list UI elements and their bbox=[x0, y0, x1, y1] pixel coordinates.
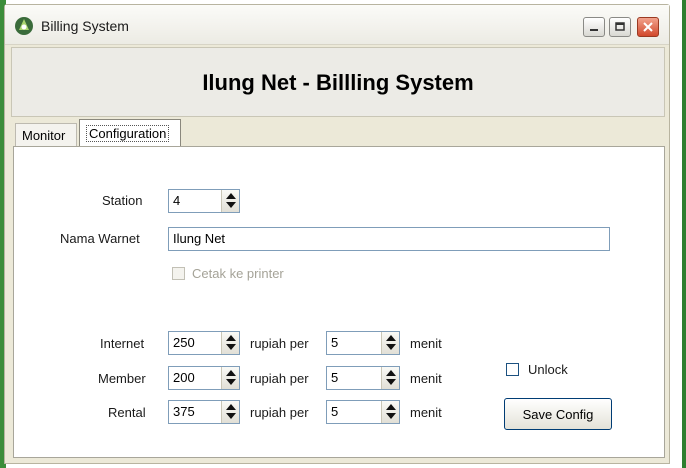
spin-down-icon bbox=[226, 202, 236, 208]
member-minutes-value: 5 bbox=[331, 370, 339, 385]
spin-down-icon bbox=[386, 379, 396, 385]
member-minutes-stepper[interactable]: 5 bbox=[326, 366, 400, 390]
window-title: Billing System bbox=[41, 18, 129, 34]
internet-minutes-spin[interactable] bbox=[381, 332, 399, 354]
tab-monitor[interactable]: Monitor bbox=[15, 123, 77, 147]
station-spin-buttons[interactable] bbox=[221, 190, 239, 212]
station-value: 4 bbox=[173, 193, 181, 208]
app-logo-icon bbox=[15, 17, 33, 35]
desktop-background-right bbox=[682, 0, 686, 468]
nama-warnet-input[interactable]: Ilung Net bbox=[168, 227, 610, 251]
rental-unit-label: menit bbox=[410, 405, 442, 420]
close-icon bbox=[643, 22, 653, 32]
save-config-button[interactable]: Save Config bbox=[504, 398, 612, 430]
member-price-spin[interactable] bbox=[221, 367, 239, 389]
rental-minutes-value: 5 bbox=[331, 404, 339, 419]
rental-minutes-spin[interactable] bbox=[381, 401, 399, 423]
member-price-stepper[interactable]: 200 bbox=[168, 366, 240, 390]
station-stepper[interactable]: 4 bbox=[168, 189, 240, 213]
member-minutes-spin[interactable] bbox=[381, 367, 399, 389]
rental-minutes-stepper[interactable]: 5 bbox=[326, 400, 400, 424]
spin-up-icon bbox=[226, 193, 236, 199]
spin-down-icon bbox=[226, 344, 236, 350]
spin-up-icon bbox=[386, 370, 396, 376]
app-title: Ilung Net - Billling System bbox=[202, 70, 474, 95]
spin-up-icon bbox=[226, 404, 236, 410]
internet-minutes-stepper[interactable]: 5 bbox=[326, 331, 400, 355]
maximize-button[interactable] bbox=[609, 17, 631, 37]
spin-down-icon bbox=[386, 344, 396, 350]
rental-label: Rental bbox=[108, 405, 146, 420]
spin-up-icon bbox=[386, 404, 396, 410]
cetak-printer-checkbox[interactable] bbox=[172, 267, 185, 280]
internet-per-label: rupiah per bbox=[250, 336, 309, 351]
nama-warnet-label: Nama Warnet bbox=[60, 231, 140, 246]
cetak-printer-label: Cetak ke printer bbox=[192, 266, 284, 281]
member-label: Member bbox=[98, 371, 146, 386]
spin-down-icon bbox=[226, 413, 236, 419]
internet-minutes-value: 5 bbox=[331, 335, 339, 350]
tab-configuration-label: Configuration bbox=[86, 125, 170, 142]
spin-down-icon bbox=[386, 413, 396, 419]
internet-label: Internet bbox=[100, 336, 145, 351]
configuration-panel: Station 4 Nama Warnet Ilung Net Cetak ke… bbox=[13, 146, 665, 458]
spin-down-icon bbox=[226, 379, 236, 385]
internet-price-spin[interactable] bbox=[221, 332, 239, 354]
spin-up-icon bbox=[386, 335, 396, 341]
spin-up-icon bbox=[226, 335, 236, 341]
header-panel: Ilung Net - Billling System bbox=[11, 47, 665, 117]
spin-up-icon bbox=[226, 370, 236, 376]
internet-price-stepper[interactable]: 250 bbox=[168, 331, 240, 355]
rental-price-spin[interactable] bbox=[221, 401, 239, 423]
minimize-icon bbox=[590, 29, 598, 31]
internet-price-value: 250 bbox=[173, 335, 195, 350]
member-unit-label: menit bbox=[410, 371, 442, 386]
nama-warnet-value: Ilung Net bbox=[173, 231, 226, 246]
title-bar[interactable]: Billing System bbox=[5, 5, 669, 45]
member-per-label: rupiah per bbox=[250, 371, 309, 386]
billing-window: Billing System Ilung Net - Billling Syst… bbox=[4, 4, 670, 464]
station-label: Station bbox=[102, 193, 143, 208]
internet-unit-label: menit bbox=[410, 336, 442, 351]
rental-price-value: 375 bbox=[173, 404, 195, 419]
maximize-icon bbox=[615, 22, 625, 31]
member-price-value: 200 bbox=[173, 370, 195, 385]
unlock-checkbox[interactable] bbox=[506, 363, 519, 376]
rental-per-label: rupiah per bbox=[250, 405, 309, 420]
minimize-button[interactable] bbox=[583, 17, 605, 37]
tab-configuration[interactable]: Configuration bbox=[79, 119, 181, 147]
rental-price-stepper[interactable]: 375 bbox=[168, 400, 240, 424]
close-button[interactable] bbox=[637, 17, 659, 37]
unlock-label: Unlock bbox=[528, 362, 568, 377]
